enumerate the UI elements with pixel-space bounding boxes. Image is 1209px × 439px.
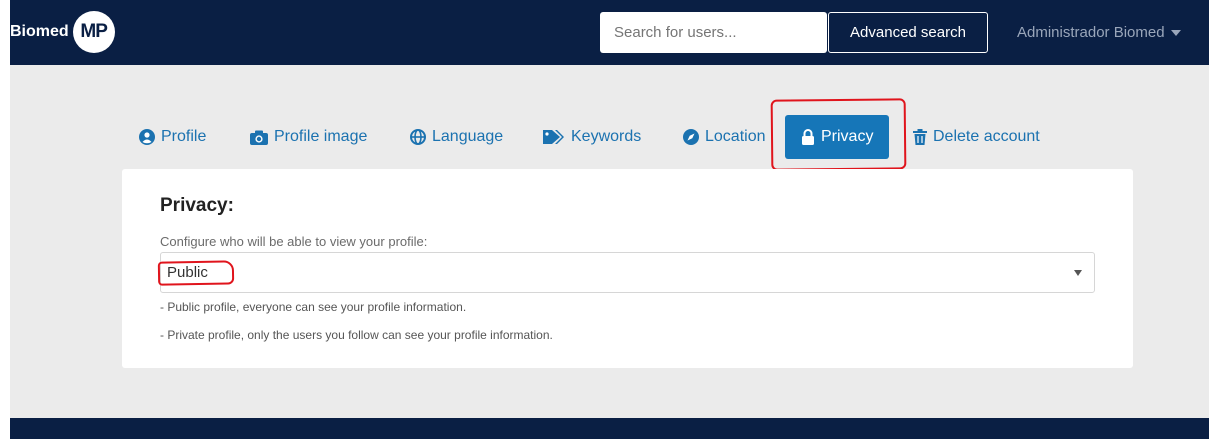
- brand-logo[interactable]: Biomed MP: [10, 11, 115, 53]
- privacy-card: Privacy: Configure who will be able to v…: [122, 169, 1133, 368]
- public-note: - Public profile, everyone can see your …: [160, 300, 467, 314]
- tab-profile-image-label: Profile image: [274, 128, 368, 145]
- tab-language-label: Language: [432, 128, 504, 145]
- brand-mp-badge: MP: [72, 11, 115, 53]
- trash-icon: [913, 129, 927, 145]
- top-navbar: Biomed MP Advanced search Administrador …: [10, 0, 1209, 65]
- search-input[interactable]: [600, 12, 827, 53]
- brand-text: Biomed: [10, 23, 69, 40]
- footer: [10, 418, 1209, 439]
- private-note: - Private profile, only the users you fo…: [160, 328, 553, 342]
- globe-icon: [410, 129, 426, 145]
- tab-profile-label: Profile: [161, 128, 207, 145]
- tab-keywords[interactable]: Keywords: [543, 115, 641, 159]
- compass-icon: [683, 129, 699, 145]
- tags-icon: [543, 130, 564, 144]
- privacy-description: Configure who will be able to view your …: [160, 234, 428, 249]
- caret-down-icon: [1170, 29, 1181, 36]
- privacy-select[interactable]: Public: [160, 252, 1095, 293]
- tab-delete-account[interactable]: Delete account: [913, 115, 1040, 159]
- advanced-search-button[interactable]: Advanced search: [828, 12, 988, 53]
- privacy-tab-highlight: [770, 98, 907, 171]
- tab-profile-image[interactable]: Profile image: [250, 115, 367, 159]
- tab-delete-account-label: Delete account: [933, 128, 1040, 145]
- user-circle-icon: [139, 129, 155, 145]
- select-arrow-icon: [1074, 270, 1082, 276]
- tab-language[interactable]: Language: [410, 115, 503, 159]
- settings-tabs: Profile Profile image Language Keywords: [0, 115, 1209, 159]
- privacy-title: Privacy:: [160, 195, 234, 216]
- public-value-highlight: [157, 260, 235, 286]
- tab-profile[interactable]: Profile: [139, 115, 206, 159]
- tab-location[interactable]: Location: [683, 115, 766, 159]
- user-name: Administrador Biomed: [1017, 24, 1165, 41]
- camera-icon: [250, 130, 268, 145]
- tab-location-label: Location: [705, 128, 766, 145]
- user-menu[interactable]: Administrador Biomed: [1017, 12, 1181, 53]
- tab-keywords-label: Keywords: [571, 128, 642, 145]
